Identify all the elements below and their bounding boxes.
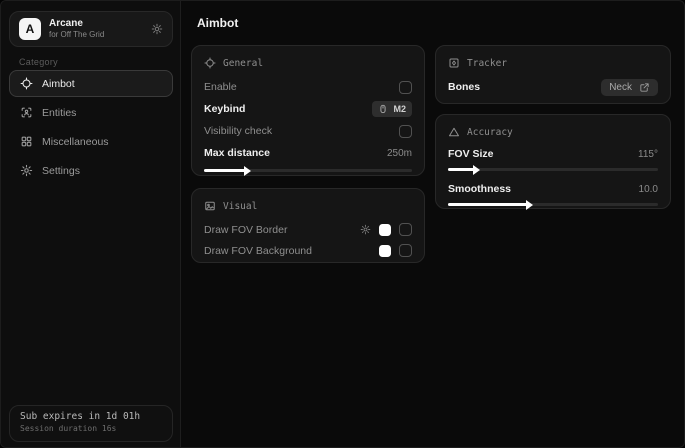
row-visibility-check: Visibility check	[204, 120, 412, 142]
sidebar-item-label: Aimbot	[42, 78, 75, 90]
crosshair-icon	[204, 57, 216, 69]
row-fov-size: FOV Size 115°	[448, 145, 658, 163]
page-title: Aimbot	[197, 16, 238, 30]
smoothness-value: 10.0	[639, 184, 658, 195]
crosshair-icon	[20, 77, 33, 90]
draw-fov-border-label: Draw FOV Border	[204, 224, 287, 236]
card-title: Tracker	[467, 58, 507, 69]
brand-name: Arcane	[49, 18, 104, 31]
card-title: Visual	[223, 201, 257, 212]
tracker-icon	[448, 57, 460, 69]
visibility-check-label: Visibility check	[204, 125, 272, 137]
entities-scan-icon	[20, 106, 33, 119]
visibility-check-checkbox[interactable]	[399, 125, 412, 138]
slider-thumb[interactable]	[244, 166, 251, 176]
slider-fill	[204, 169, 246, 172]
grid-icon	[20, 135, 33, 148]
accuracy-triangle-icon	[448, 126, 460, 138]
bones-label: Bones	[448, 81, 480, 93]
card-accuracy: Accuracy FOV Size 115° Smoothness 10.0	[435, 114, 671, 209]
subscription-card: Sub expires in 1d 01h Session duration 1…	[9, 405, 173, 442]
smoothness-slider[interactable]	[448, 203, 658, 206]
mouse-icon	[378, 104, 388, 114]
sidebar-nav: Aimbot Entities Miscellaneous Settings	[9, 70, 173, 184]
card-title: Accuracy	[467, 127, 513, 138]
keybind-label: Keybind	[204, 103, 245, 115]
row-draw-fov-background: Draw FOV Background	[204, 240, 412, 261]
brand-text: Arcane for Off The Grid	[49, 18, 104, 41]
brand-card: A Arcane for Off The Grid	[9, 11, 173, 47]
fov-border-color-swatch[interactable]	[379, 224, 391, 236]
settings-gear-icon	[20, 164, 33, 177]
draw-fov-background-label: Draw FOV Background	[204, 245, 312, 257]
smoothness-label: Smoothness	[448, 183, 511, 195]
max-distance-slider[interactable]	[204, 169, 412, 172]
sidebar: A Arcane for Off The Grid Category Aimbo…	[1, 1, 181, 447]
fov-background-color-swatch[interactable]	[379, 245, 391, 257]
fov-background-checkbox[interactable]	[399, 244, 412, 257]
slider-thumb[interactable]	[473, 165, 480, 175]
keybind-badge[interactable]: M2	[372, 101, 412, 117]
row-enable: Enable	[204, 76, 412, 98]
sidebar-item-label: Miscellaneous	[42, 136, 109, 148]
sub-expiry-text: Sub expires in 1d 01h	[20, 411, 162, 422]
max-distance-value: 250m	[387, 148, 412, 159]
card-tracker: Tracker Bones Neck	[435, 45, 671, 104]
category-label: Category	[19, 57, 58, 67]
bones-select-button[interactable]: Neck	[601, 79, 658, 96]
brand-logo: A	[19, 18, 41, 40]
slider-thumb[interactable]	[526, 200, 533, 210]
session-duration-text: Session duration 16s	[20, 424, 162, 433]
row-keybind: Keybind M2	[204, 98, 412, 120]
sidebar-item-aimbot[interactable]: Aimbot	[9, 70, 173, 97]
sidebar-item-settings[interactable]: Settings	[9, 157, 173, 184]
max-distance-label: Max distance	[204, 147, 270, 159]
card-visual-header: Visual	[204, 199, 412, 213]
row-bones: Bones Neck	[448, 76, 658, 98]
sidebar-item-miscellaneous[interactable]: Miscellaneous	[9, 128, 173, 155]
card-tracker-header: Tracker	[448, 56, 658, 70]
brand-subtitle: for Off The Grid	[49, 30, 104, 40]
enable-checkbox[interactable]	[399, 81, 412, 94]
enable-label: Enable	[204, 81, 237, 93]
row-draw-fov-border: Draw FOV Border	[204, 219, 412, 240]
bones-value: Neck	[609, 82, 632, 93]
row-smoothness: Smoothness 10.0	[448, 180, 658, 198]
sidebar-item-label: Entities	[42, 107, 76, 119]
image-icon	[204, 200, 216, 212]
row-max-distance: Max distance 250m	[204, 142, 412, 164]
fov-border-controls	[360, 223, 412, 236]
keybind-value: M2	[393, 104, 406, 114]
card-visual: Visual Draw FOV Border Draw FOV Backgrou…	[191, 188, 425, 263]
fov-size-value: 115°	[638, 149, 658, 160]
fov-border-checkbox[interactable]	[399, 223, 412, 236]
card-title: General	[223, 58, 263, 69]
expand-icon	[639, 82, 650, 93]
slider-fill	[448, 203, 528, 206]
fov-size-label: FOV Size	[448, 148, 494, 160]
card-accuracy-header: Accuracy	[448, 125, 658, 139]
slider-fill	[448, 168, 475, 171]
sidebar-item-label: Settings	[42, 165, 80, 177]
gear-icon[interactable]	[151, 23, 163, 35]
card-general: General Enable Keybind M2 Visibility che…	[191, 45, 425, 176]
fov-background-controls	[379, 244, 412, 257]
app-window: A Arcane for Off The Grid Category Aimbo…	[0, 0, 685, 448]
gear-icon[interactable]	[360, 224, 371, 235]
card-general-header: General	[204, 56, 412, 70]
sidebar-item-entities[interactable]: Entities	[9, 99, 173, 126]
fov-size-slider[interactable]	[448, 168, 658, 171]
